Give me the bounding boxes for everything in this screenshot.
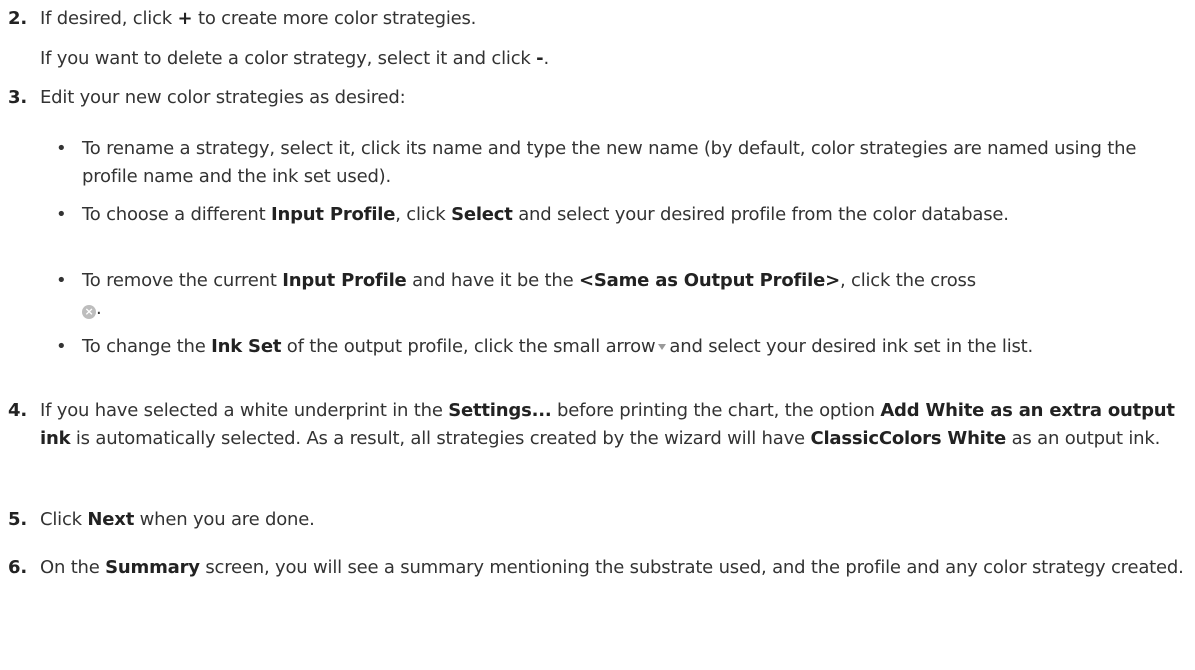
step-text: Edit your new color strategies as desire…: [40, 87, 406, 108]
step-4: 4. If you have selected a white underpri…: [8, 397, 1185, 453]
bullet-dot: •: [56, 336, 67, 357]
step-2: 2. If desired, click + to create more co…: [8, 5, 1185, 33]
step-text: Click Next when you are done.: [40, 509, 315, 530]
bullet-dot: •: [56, 270, 67, 291]
step-number: 3.: [8, 87, 27, 108]
step-number: 6.: [8, 557, 27, 578]
bullet-remove-input-profile: • To remove the current Input Profile an…: [56, 267, 1185, 323]
step-6: 6. On the Summary screen, you will see a…: [8, 554, 1185, 582]
step-2-note: If you want to delete a color strategy, …: [40, 48, 549, 69]
bullet-ink-set: • To change the Ink Set of the output pr…: [56, 333, 1185, 361]
bullet-dot: •: [56, 138, 67, 159]
step-number: 2.: [8, 8, 27, 29]
step-text: If you have selected a white underprint …: [40, 400, 1175, 449]
cross-circle-icon: ×: [82, 305, 96, 319]
bullet-dot: •: [56, 204, 67, 225]
dropdown-arrow-icon: [658, 344, 667, 350]
document-page: 2. If desired, click + to create more co…: [0, 0, 1195, 670]
step-number: 5.: [8, 509, 27, 530]
step-3: 3. Edit your new color strategies as des…: [8, 84, 1185, 112]
step-text: On the Summary screen, you will see a su…: [40, 557, 1184, 578]
step-number: 4.: [8, 400, 27, 421]
step-text: If desired, click + to create more color…: [40, 8, 477, 29]
step-5: 5. Click Next when you are done.: [8, 506, 1185, 534]
bullet-rename: • To rename a strategy, select it, click…: [56, 135, 1185, 191]
bullet-input-profile: • To choose a different Input Profile, c…: [56, 201, 1185, 229]
